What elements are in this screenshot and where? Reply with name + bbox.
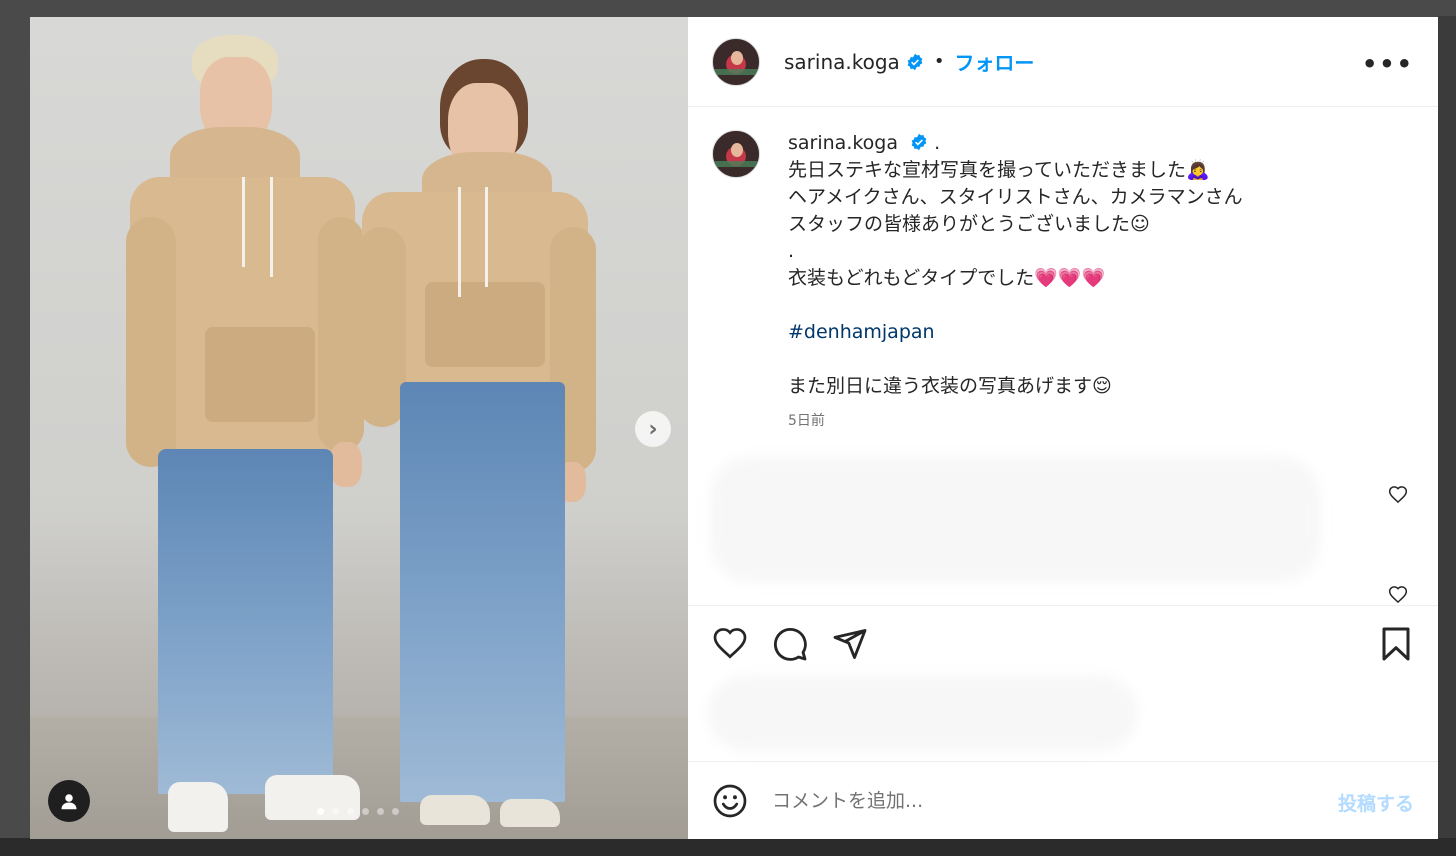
carousel-dot bbox=[347, 808, 354, 815]
background-strip bbox=[0, 838, 1456, 856]
emoji-smile-icon[interactable] bbox=[712, 783, 748, 819]
bookmark-icon[interactable] bbox=[1378, 626, 1414, 662]
post-photo: › bbox=[30, 17, 688, 839]
caption-line: . bbox=[934, 132, 941, 154]
heart-icon[interactable] bbox=[712, 626, 748, 662]
comment-bar: 投稿する bbox=[688, 761, 1438, 839]
post-actions bbox=[688, 605, 1438, 765]
caption-line: スタッフの皆様ありがとうございました☺︎ bbox=[788, 213, 1150, 235]
post-modal: › sarina.koga • フォロー ••• sarina.koga . 先… bbox=[30, 17, 1438, 839]
carousel-dot bbox=[317, 808, 324, 815]
carousel-dot bbox=[377, 808, 384, 815]
photo-person-right bbox=[30, 17, 688, 839]
comments-blurred bbox=[710, 457, 1320, 582]
post-caption: sarina.koga . 先日ステキな宣材写真を撮っていただきました🙇‍♀️ … bbox=[712, 130, 1348, 430]
likes-blurred bbox=[708, 676, 1138, 751]
separator-dot: • bbox=[933, 51, 945, 72]
user-tag-button[interactable] bbox=[48, 780, 90, 822]
caption-body: sarina.koga . 先日ステキな宣材写真を撮っていただきました🙇‍♀️ … bbox=[788, 130, 1348, 430]
comment-input[interactable] bbox=[772, 789, 1292, 812]
avatar[interactable] bbox=[712, 37, 760, 86]
verified-badge-icon bbox=[907, 53, 923, 70]
paper-plane-icon[interactable] bbox=[832, 626, 868, 662]
background-right bbox=[1438, 16, 1456, 838]
follow-button[interactable]: フォロー bbox=[954, 47, 1034, 76]
verified-badge-icon bbox=[911, 133, 927, 151]
hashtag-link[interactable]: #denhamjapan bbox=[788, 319, 1348, 346]
post-comment-button[interactable]: 投稿する bbox=[1338, 789, 1414, 816]
caption-line: ヘアメイクさん、スタイリストさん、カメラマンさん bbox=[788, 186, 1243, 208]
more-options-button[interactable]: ••• bbox=[1362, 50, 1414, 78]
post-side-panel: sarina.koga • フォロー ••• sarina.koga . 先日ス… bbox=[688, 17, 1438, 839]
carousel-dot bbox=[332, 808, 339, 815]
header-username[interactable]: sarina.koga bbox=[784, 50, 900, 74]
carousel-next-button[interactable]: › bbox=[635, 411, 671, 447]
carousel-dot bbox=[362, 808, 369, 815]
carousel-dot bbox=[392, 808, 399, 815]
caption-line: 衣装もどれもどタイプでした💗💗💗 bbox=[788, 267, 1106, 289]
post-time: 5日前 bbox=[788, 413, 825, 429]
post-header: sarina.koga • フォロー ••• bbox=[688, 17, 1438, 107]
caption-line: 先日ステキな宣材写真を撮っていただきました🙇‍♀️ bbox=[788, 159, 1210, 181]
chevron-right-icon: › bbox=[648, 416, 658, 442]
comment-bubble-icon[interactable] bbox=[772, 626, 808, 662]
caption-line: また別日に違う衣装の写真あげます😌 bbox=[788, 375, 1112, 397]
caption-line: . bbox=[788, 240, 795, 262]
caption-avatar[interactable] bbox=[712, 130, 760, 178]
caption-username[interactable]: sarina.koga bbox=[788, 132, 898, 154]
carousel-dots bbox=[317, 808, 399, 815]
user-tag-icon bbox=[61, 794, 77, 810]
comment-like-icon[interactable] bbox=[1388, 485, 1408, 505]
comment-like-icon[interactable] bbox=[1388, 585, 1408, 605]
